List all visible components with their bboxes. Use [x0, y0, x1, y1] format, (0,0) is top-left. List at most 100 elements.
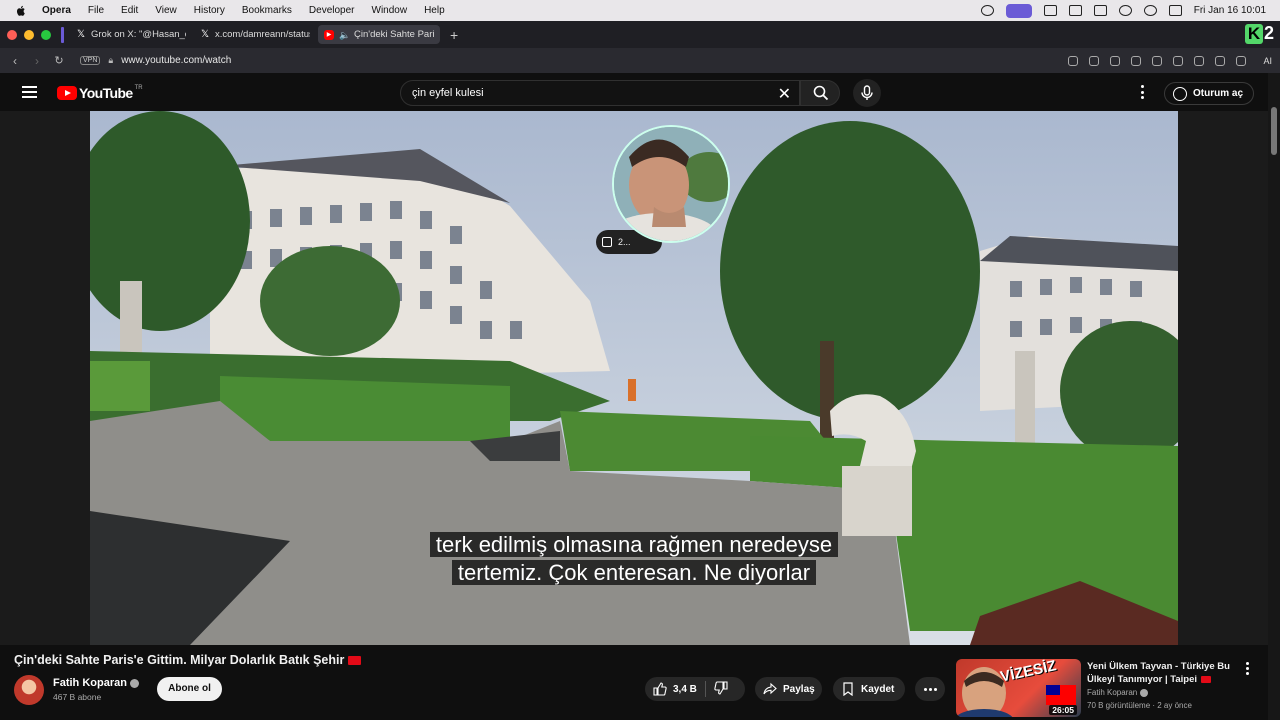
apple-icon[interactable]	[14, 4, 28, 18]
share-icon	[763, 682, 777, 695]
youtube-header: YouTube TR çin eyfel kulesi ✕ Oturum aç	[0, 73, 1280, 113]
profile-icon[interactable]	[1215, 55, 1226, 66]
search-button[interactable]	[800, 80, 840, 106]
like-dislike-group: 3,4 B	[645, 677, 745, 701]
extension-icon[interactable]	[1043, 5, 1057, 16]
speaker-icon[interactable]: 🔈	[339, 30, 350, 40]
menu-help[interactable]: Help	[424, 5, 445, 16]
caption-text-1: terk edilmiş olmasına rağmen neredeyse	[429, 532, 839, 557]
turkey-flag-icon	[1201, 675, 1212, 683]
menu-icon[interactable]	[1194, 55, 1205, 66]
k2-logo-number: 2	[1263, 23, 1274, 43]
video-title-text: Çin'deki Sahte Paris'e Gittim. Milyar Do…	[14, 653, 345, 667]
minimize-window-button[interactable]	[24, 29, 34, 40]
screen-recording-icon[interactable]	[1005, 3, 1032, 18]
settings-more-icon[interactable]	[1140, 85, 1144, 99]
extension-icon[interactable]	[1131, 55, 1142, 66]
youtube-icon: ▶	[324, 29, 334, 40]
menubar-clock[interactable]: Fri Jan 16 10:01	[1194, 5, 1266, 16]
forward-icon[interactable]: ›	[30, 54, 44, 68]
recommended-video[interactable]: VİZESİZ 26:05 Yeni Ülkem Tayvan - Türkiy…	[956, 659, 1256, 717]
recommended-title[interactable]: Yeni Ülkem Tayvan - Türkiye Bu Ülkeyi Ta…	[1087, 660, 1242, 686]
vpn-status-icon[interactable]	[980, 5, 994, 16]
cube-icon[interactable]	[1236, 55, 1247, 66]
sign-in-label: Oturum aç	[1193, 88, 1244, 99]
turkey-flag-icon	[348, 656, 362, 666]
dark-mode-icon[interactable]	[1118, 5, 1132, 16]
tab-title: Çin'deki Sahte Paris	[354, 29, 434, 40]
menu-window[interactable]: Window	[372, 5, 408, 16]
share-label: Paylaş	[783, 683, 815, 695]
video-duration: 26:05	[1049, 705, 1077, 715]
k2-logo: K 2	[1244, 23, 1274, 44]
save-label: Kaydet	[861, 683, 895, 695]
channel-name[interactable]: Fatih Koparan	[53, 677, 139, 689]
recommended-channel[interactable]: Fatih Koparan	[1087, 688, 1149, 697]
dislike-button[interactable]	[714, 680, 728, 698]
back-icon[interactable]: ‹	[8, 54, 22, 68]
reload-icon[interactable]: ↻	[52, 54, 66, 68]
recommended-more-icon[interactable]	[1246, 662, 1249, 675]
channel-avatar[interactable]	[14, 675, 44, 705]
voice-search-button[interactable]	[853, 79, 881, 107]
menu-bookmarks[interactable]: Bookmarks	[242, 5, 292, 16]
k2-logo-letter: K	[1244, 23, 1263, 44]
menu-file[interactable]: File	[88, 5, 104, 16]
hamburger-menu-icon[interactable]	[22, 86, 37, 98]
url-field[interactable]: www.youtube.com/watch	[121, 55, 231, 66]
bookmark-icon	[843, 682, 853, 696]
zoom-window-button[interactable]	[41, 29, 51, 40]
share-button[interactable]: Paylaş	[755, 677, 822, 701]
menu-app-name[interactable]: Opera	[42, 5, 71, 16]
ai-button[interactable]: AI	[1257, 56, 1272, 66]
video-title: Çin'deki Sahte Paris'e Gittim. Milyar Do…	[14, 653, 362, 667]
thumbs-down-icon	[714, 680, 728, 695]
clear-search-icon[interactable]: ✕	[778, 84, 791, 104]
browser-extensions: AI	[1068, 55, 1272, 66]
like-button[interactable]: 3,4 B	[645, 682, 697, 696]
more-actions-button[interactable]	[915, 677, 945, 701]
display-icon[interactable]	[1068, 5, 1082, 16]
heart-icon[interactable]	[1173, 55, 1184, 66]
subscriber-count: 467 B abone	[53, 692, 102, 702]
caption-line-1: terk edilmiş olmasına rağmen neredeyse	[90, 532, 1178, 558]
window-controls	[7, 29, 51, 40]
macos-menubar: Opera File Edit View History Bookmarks D…	[0, 0, 1280, 21]
pip-icon	[602, 237, 612, 247]
video-player-area[interactable]: terk edilmiş olmasına rağmen neredeyse t…	[0, 111, 1268, 645]
scrollbar-thumb[interactable]	[1271, 107, 1277, 155]
youtube-logo[interactable]: YouTube TR	[57, 85, 143, 101]
control-center-icon[interactable]	[1168, 5, 1182, 16]
x-icon: 𝕏	[76, 28, 86, 40]
tab-title: Grok on X: "@Hasan_ce	[91, 29, 186, 40]
webcam-bubble[interactable]	[612, 125, 730, 243]
camera-icon[interactable]	[1089, 55, 1100, 66]
send-icon[interactable]	[1152, 55, 1163, 66]
user-icon	[1173, 86, 1187, 101]
menu-developer[interactable]: Developer	[309, 5, 355, 16]
battery-icon[interactable]	[1093, 5, 1107, 16]
search-icon	[813, 85, 829, 101]
caption-text-2: tertemiz. Çok enteresan. Ne diyorlar	[451, 560, 817, 585]
tab-youtube-video[interactable]: ▶ 🔈 Çin'deki Sahte Paris	[318, 25, 440, 44]
tab-grok[interactable]: 𝕏 Grok on X: "@Hasan_ce	[70, 25, 192, 44]
new-tab-button[interactable]: +	[450, 27, 458, 43]
subscribe-button[interactable]: Abone ol	[157, 677, 222, 701]
microphone-icon	[861, 85, 873, 100]
shield-icon[interactable]	[1110, 55, 1121, 66]
edit-icon[interactable]	[1068, 55, 1079, 66]
menu-edit[interactable]: Edit	[121, 5, 138, 16]
tab-x-status[interactable]: 𝕏 x.com/damreann/status/	[194, 25, 316, 44]
search-input[interactable]: çin eyfel kulesi ✕	[400, 80, 800, 106]
menu-history[interactable]: History	[194, 5, 225, 16]
sign-in-button[interactable]: Oturum aç	[1164, 82, 1254, 105]
now-playing-icon[interactable]	[1143, 5, 1157, 16]
close-window-button[interactable]	[7, 29, 17, 40]
vpn-badge[interactable]: VPN	[80, 56, 101, 65]
lock-icon[interactable]: 🔒︎	[108, 55, 113, 66]
caption-line-2: tertemiz. Çok enteresan. Ne diyorlar	[90, 560, 1178, 586]
save-button[interactable]: Kaydet	[833, 677, 905, 701]
page-scrollbar[interactable]	[1268, 73, 1280, 720]
menu-view[interactable]: View	[155, 5, 177, 16]
recommended-thumbnail[interactable]: VİZESİZ 26:05	[956, 659, 1081, 717]
